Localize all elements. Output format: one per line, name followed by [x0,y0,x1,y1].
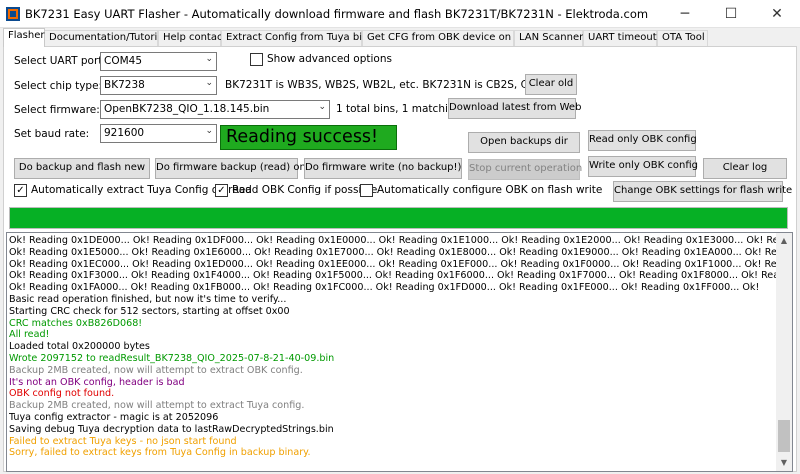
log-line: Ok! Reading 0x1DE000... Ok! Reading 0x1D… [9,235,779,246]
baud-rate-value: 921600 [104,127,145,139]
close-button[interactable]: ✕ [754,0,800,28]
title-bar: BK7231 Easy UART Flasher - Automatically… [0,0,800,28]
scroll-down-icon[interactable]: ▼ [776,455,792,471]
scroll-thumb[interactable] [778,420,790,452]
log-line: Failed to extract Tuya keys - no json st… [9,435,237,447]
checkmark-icon: ✓ [217,185,226,196]
tab-lan-scanner[interactable]: LAN Scanner [514,30,583,46]
log-line: Backup 2MB created, now will attempt to … [9,400,305,412]
log-line: Basic read operation finished, but now i… [9,293,287,305]
log-line: Ok! Reading 0x1E5000... Ok! Reading 0x1E… [9,246,779,258]
log-line: Sorry, failed to extract keys from Tuya … [9,447,311,459]
tab-flasher[interactable]: Flasher [3,28,45,47]
stop-operation-button[interactable]: Stop current operation [468,159,582,180]
chevron-down-icon: ⌄ [205,54,213,64]
firmware-count-text: 1 total bins, 1 matching. [336,103,465,115]
log-lines: Ok! Reading 0x1DE000... Ok! Reading 0x1D… [9,235,779,459]
log-output[interactable]: Ok! Reading 0x1DE000... Ok! Reading 0x1D… [6,232,793,472]
baud-rate-select[interactable]: 921600 ⌄ [100,124,217,143]
firmware-backup-button[interactable]: Do firmware backup (read) only [155,158,314,179]
tab-strip: Flasher Documentation/Tutorials Help con… [0,28,800,47]
show-advanced-checkbox[interactable] [250,53,263,66]
firmware-label: Select firmware: [14,104,100,116]
show-advanced-label: Show advanced options [267,53,392,65]
chevron-down-icon: ⌄ [318,102,326,112]
log-line: All read! [9,329,50,341]
window-title: BK7231 Easy UART Flasher - Automatically… [25,7,649,21]
log-line: Ok! Reading 0x1FA000... Ok! Reading 0x1F… [9,282,760,294]
chip-info-text: BK7231T is WB3S, WB2S, WB2L, etc. BK7231… [225,79,572,91]
tab-get-cfg-obk[interactable]: Get CFG from OBK device on LAN [362,30,534,46]
change-obk-settings-button[interactable]: Change OBK settings for flash write [613,181,792,202]
download-latest-button[interactable]: Download latest from Web [448,98,581,119]
read-obk-label: Read OBK Config if possible [232,184,378,196]
chip-type-select[interactable]: BK7238 ⌄ [100,76,217,95]
progress-fill [10,208,787,228]
checkmark-icon: ✓ [16,185,25,196]
auto-configure-checkbox[interactable] [360,184,373,197]
firmware-select[interactable]: OpenBK7238_QIO_1.18.145.bin ⌄ [100,100,330,119]
log-line: Backup 2MB created, now will attempt to … [9,364,303,376]
tab-extract-config[interactable]: Extract Config from Tuya binary [221,30,384,46]
close-icon: ✕ [771,6,783,22]
tab-uart-timeouts[interactable]: UART timeouts [583,30,662,46]
clear-log-button[interactable]: Clear log [703,158,787,179]
auto-configure-label: Automatically configure OBK on flash wri… [377,184,603,196]
write-only-obk-button[interactable]: Write only OBK config [588,156,698,177]
tab-documentation[interactable]: Documentation/Tutorials [44,30,171,46]
uart-port-value: COM45 [104,55,143,67]
firmware-write-button[interactable]: Do firmware write (no backup!) [304,158,462,179]
chip-type-value: BK7238 [104,79,145,91]
progress-bar [9,207,788,229]
maximize-button[interactable]: ☐ [708,0,754,28]
firmware-value: OpenBK7238_QIO_1.18.145.bin [104,103,270,115]
log-line: Ok! Reading 0x1F3000... Ok! Reading 0x1F… [9,270,779,282]
tab-help-contact[interactable]: Help contact [158,30,226,46]
log-line: Loaded total 0x200000 bytes [9,341,150,353]
log-line: CRC matches 0xB826D068! [9,317,143,329]
open-backups-button[interactable]: Open backups dir [468,132,580,153]
clear-old-button[interactable]: Clear old [525,74,577,95]
log-line: OBK config not found. [9,388,115,400]
chevron-down-icon: ⌄ [205,78,213,88]
chevron-down-icon: ⌄ [205,126,213,136]
app-icon [6,7,20,21]
log-line: It's not an OBK config, header is bad [9,376,185,388]
log-line: Tuya config extractor - magic is at 2052… [9,411,219,423]
uart-port-select[interactable]: COM45 ⌄ [100,52,217,71]
baud-rate-label: Set baud rate: [14,128,90,140]
log-line: Starting CRC check for 512 sectors, star… [9,305,290,317]
log-line: Saving debug Tuya decryption data to las… [9,423,334,435]
read-obk-checkbox[interactable]: ✓ [215,184,228,197]
log-line: Wrote 2097152 to readResult_BK7238_QIO_2… [9,352,335,364]
extract-tuya-checkbox[interactable]: ✓ [14,184,27,197]
log-scrollbar[interactable]: ▲ ▼ [776,233,792,471]
log-line: Ok! Reading 0x1EC000... Ok! Reading 0x1E… [9,258,779,270]
backup-and-flash-button[interactable]: Do backup and flash new [14,158,150,179]
status-display: Reading success! [220,125,397,150]
read-only-obk-button[interactable]: Read only OBK config [588,130,697,151]
scroll-up-icon[interactable]: ▲ [776,233,792,249]
uart-port-label: Select UART port: [14,55,106,67]
minimize-button[interactable]: ─ [662,0,708,28]
tab-ota-tool[interactable]: OTA Tool [657,30,708,46]
chip-type-label: Select chip type: [14,80,103,92]
minimize-icon: ─ [680,6,690,22]
maximize-icon: ☐ [724,6,738,22]
